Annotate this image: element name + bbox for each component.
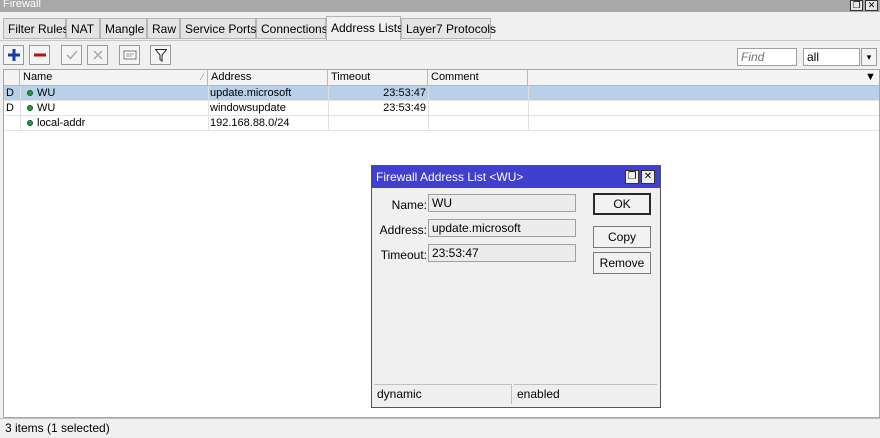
name-label: Name: <box>391 198 427 212</box>
row-timeout <box>330 116 426 131</box>
restore-icon[interactable]: ❐ <box>850 0 863 11</box>
row-timeout: 23:53:47 <box>383 87 426 99</box>
comment-icon <box>123 50 136 60</box>
dialog-restore-icon[interactable]: ❐ <box>625 170 639 184</box>
address-list-dialog: Firewall Address List <WU> ❐ ✕ Name: WU … <box>371 165 661 408</box>
chevron-down-icon: ▾ <box>866 51 872 62</box>
column-divider <box>20 86 21 131</box>
copy-button[interactable]: Copy <box>593 226 651 248</box>
address-label: Address: <box>379 223 427 237</box>
disable-button[interactable] <box>87 45 108 65</box>
tab-filter-rules[interactable]: Filter Rules <box>3 18 69 39</box>
table-row[interactable]: D WU windowsupdate 23:53:49 <box>4 101 879 116</box>
column-divider <box>528 86 529 131</box>
dialog-title-bar[interactable]: Firewall Address List <WU> ❐ ✕ <box>372 166 660 188</box>
row-address: windowsupdate <box>210 102 286 114</box>
dialog-status-dynamic: dynamic <box>374 384 512 404</box>
check-icon <box>65 50 78 60</box>
enabled-dot-icon <box>27 105 33 111</box>
tab-mangle[interactable]: Mangle <box>100 18 147 39</box>
window-title-bar: Firewall ❐ ✕ <box>0 0 880 12</box>
dialog-title: Firewall Address List <WU> <box>376 170 524 184</box>
chevron-down-icon: ▼ <box>865 71 876 83</box>
timeout-label: Timeout: <box>380 248 427 262</box>
ok-button[interactable]: OK <box>593 193 651 215</box>
row-flag: D <box>6 87 14 99</box>
enabled-dot-icon <box>27 90 33 96</box>
find-input[interactable] <box>737 48 797 66</box>
remove-button[interactable] <box>29 45 50 65</box>
row-timeout: 23:53:49 <box>383 102 426 114</box>
column-timeout[interactable]: Timeout <box>328 70 428 86</box>
sort-icon: ⁄ <box>201 73 203 82</box>
column-address[interactable]: Address <box>208 70 328 86</box>
minus-icon <box>33 53 46 57</box>
remove-button[interactable]: Remove <box>593 252 651 274</box>
table-row[interactable]: local-addr 192.168.88.0/24 <box>4 116 879 131</box>
filter-dropdown-button[interactable]: ▾ <box>861 48 877 66</box>
toolbar: all ▾ <box>0 40 880 70</box>
row-name: WU <box>37 87 56 99</box>
row-flag: D <box>6 102 14 114</box>
dialog-close-icon[interactable]: ✕ <box>641 170 655 184</box>
columns-menu-button[interactable]: ▼ <box>862 70 880 86</box>
address-field[interactable]: update.microsoft <box>428 219 576 237</box>
tab-nat[interactable]: NAT <box>66 18 100 39</box>
name-field[interactable]: WU <box>428 194 576 212</box>
close-icon[interactable]: ✕ <box>865 0 878 11</box>
cross-icon <box>92 50 103 60</box>
row-address: update.microsoft <box>210 87 292 99</box>
row-name: local-addr <box>37 117 86 129</box>
add-button[interactable] <box>3 45 24 65</box>
window-title: Firewall <box>3 0 41 10</box>
tab-layer7-protocols[interactable]: Layer7 Protocols <box>401 18 496 39</box>
table-row[interactable]: D WU update.microsoft 23:53:47 <box>4 86 879 101</box>
tab-raw[interactable]: Raw <box>147 18 180 39</box>
column-comment[interactable]: Comment <box>428 70 528 86</box>
comment-button[interactable] <box>119 45 140 65</box>
column-divider <box>208 86 209 131</box>
tab-address-lists[interactable]: Address Lists <box>326 16 403 40</box>
filter-button[interactable] <box>150 45 171 65</box>
enabled-dot-icon <box>27 120 33 126</box>
row-name: WU <box>37 102 56 114</box>
table-header: Name ⁄ Address Timeout Comment ▼ <box>4 70 879 86</box>
timeout-field[interactable]: 23:53:47 <box>428 244 576 262</box>
column-name[interactable]: Name ⁄ <box>20 70 208 86</box>
row-address: 192.168.88.0/24 <box>210 117 290 129</box>
filter-icon <box>154 48 167 62</box>
status-bar: 3 items (1 selected) <box>0 418 880 437</box>
tab-connections[interactable]: Connections <box>256 18 328 39</box>
dialog-status-enabled: enabled <box>514 384 657 404</box>
tab-bar: Filter Rules NAT Mangle Raw Service Port… <box>0 16 880 40</box>
tab-service-ports[interactable]: Service Ports <box>180 18 256 39</box>
plus-icon <box>7 49 20 61</box>
column-divider <box>328 86 329 131</box>
enable-button[interactable] <box>61 45 82 65</box>
column-flag <box>4 70 20 86</box>
column-divider <box>428 86 429 131</box>
filter-select[interactable]: all <box>803 48 860 66</box>
